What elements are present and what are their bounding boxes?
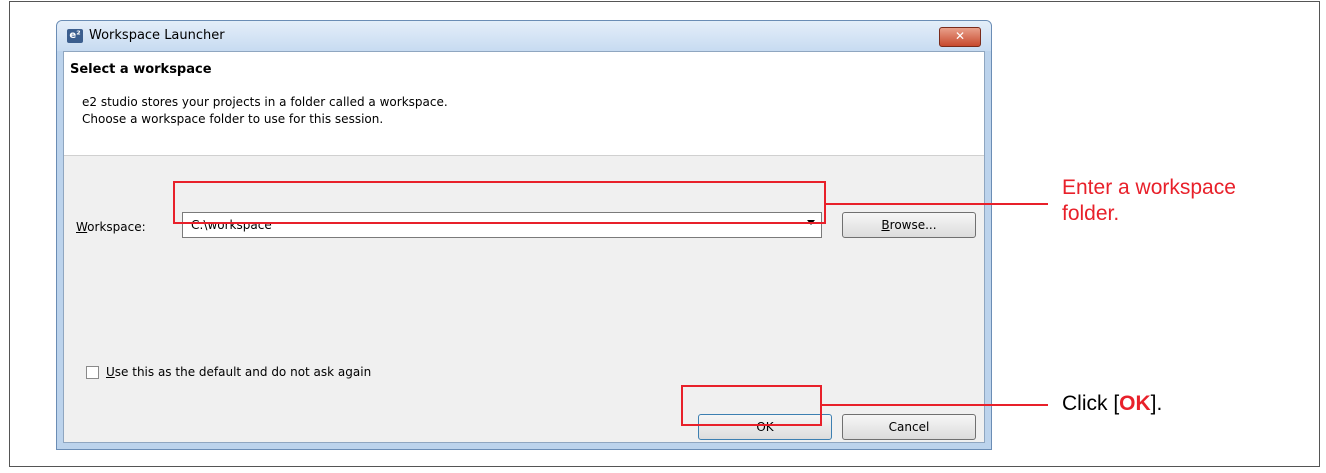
ok-callout-suffix: ]. xyxy=(1150,392,1163,415)
e2-studio-app-icon: e² xyxy=(67,29,83,43)
description-line-2: Choose a workspace folder to use for thi… xyxy=(82,112,384,126)
workspace-callout-line-2: folder. xyxy=(1062,202,1120,225)
default-workspace-checkbox[interactable] xyxy=(86,366,99,379)
ok-callout: Click [OK]. xyxy=(1062,391,1162,417)
header-description: e2 studio stores your projects in a fold… xyxy=(82,94,448,128)
ok-button-highlight xyxy=(681,385,822,426)
browse-button[interactable]: Browse... xyxy=(842,212,976,238)
ok-callout-prefix: Click [ xyxy=(1062,392,1120,415)
dialog-header: Select a workspace e2 studio stores your… xyxy=(64,52,984,156)
close-button[interactable]: ✕ xyxy=(939,27,981,47)
workspace-leader-line xyxy=(826,203,1048,205)
window-title: Workspace Launcher xyxy=(89,28,225,43)
ok-leader-line xyxy=(822,404,1048,406)
workspace-launcher-window: e² Workspace Launcher ✕ Select a workspa… xyxy=(56,20,992,450)
title-bar: e² Workspace Launcher ✕ xyxy=(57,21,991,51)
workspace-input-highlight xyxy=(173,181,826,224)
ok-callout-bold: OK xyxy=(1119,392,1151,415)
default-workspace-checkbox-label[interactable]: Use this as the default and do not ask a… xyxy=(106,365,371,379)
description-line-1: e2 studio stores your projects in a fold… xyxy=(82,95,448,109)
dialog-content: Select a workspace e2 studio stores your… xyxy=(63,51,985,443)
workspace-callout-line-1: Enter a workspace xyxy=(1062,176,1236,199)
workspace-callout: Enter a workspace folder. xyxy=(1062,175,1236,227)
workspace-label: Workspace: xyxy=(76,220,146,234)
cancel-button[interactable]: Cancel xyxy=(842,414,976,440)
header-title: Select a workspace xyxy=(70,62,212,77)
